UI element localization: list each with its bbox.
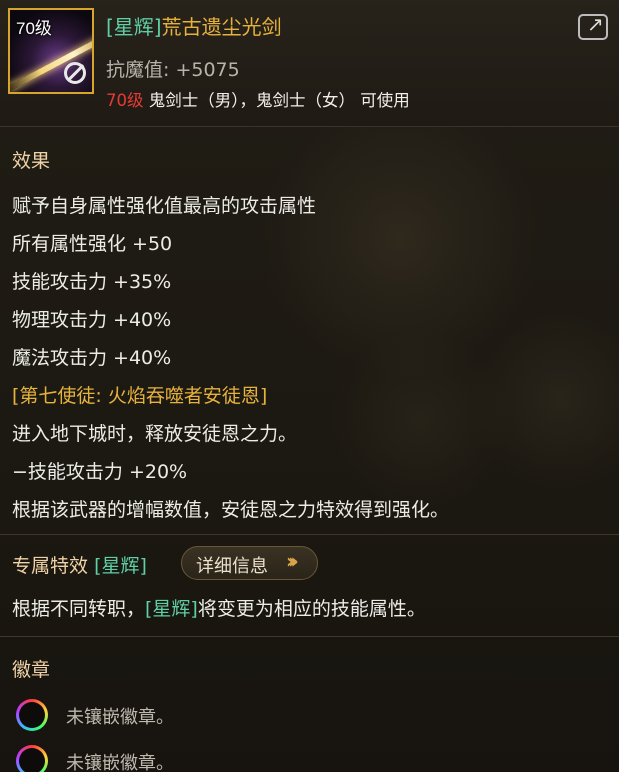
emblem-slot-label: 未镶嵌徽章。 [66,753,174,772]
apostle-line: 进入地下城时，释放安徒恩之力。 [12,423,298,445]
exclusive-desc-text: 将变更为相应的技能属性。 [197,598,426,620]
effect-line: 技能攻击力 +35% [12,271,172,293]
chevron-right-icon: ››› [286,549,299,573]
exclusive-desc-tag: [星辉] [145,598,198,620]
section-divider [0,534,619,535]
effect-line: 魔法攻击力 +40% [12,347,172,369]
item-title-tag: [星辉] [106,15,162,39]
effects-heading: 效果 [12,150,51,172]
emblem-heading: 徽章 [12,659,51,681]
apostle-line: −技能攻击力 +20% [12,461,188,483]
exclusive-description: 根据不同转职，[星辉]将变更为相应的技能属性。 [12,594,426,621]
tooltip-header: 70级 [星辉]荒古遗尘光剑 抗魔值: +5075 70级 鬼剑士（男），鬼剑士… [0,0,619,127]
lock-icon [64,62,86,84]
section-divider [0,636,619,637]
req-classes: 鬼剑士（男），鬼剑士（女） 可使用 [143,91,410,110]
item-stat: 抗魔值: +5075 [106,59,240,81]
item-tooltip: 70级 [星辉]荒古遗尘光剑 抗魔值: +5075 70级 鬼剑士（男），鬼剑士… [0,0,619,772]
detail-info-label: 详细信息 [196,556,268,577]
effect-line: 所有属性强化 +50 [12,233,173,255]
item-level-badge: 70级 [16,19,52,38]
apostle-line: 根据该武器的增幅数值，安徒恩之力特效得到强化。 [12,499,450,521]
exclusive-desc-text: 根据不同转职， [12,598,146,620]
item-requirement: 70级 鬼剑士（男），鬼剑士（女） 可使用 [106,87,410,111]
effect-line: 赋予自身属性强化值最高的攻击属性 [12,195,317,217]
exclusive-label: 专属特效 [12,555,89,577]
socket-icon[interactable] [16,699,48,731]
sword-icon[interactable]: 70级 [8,8,94,94]
emblem-slot-label: 未镶嵌徽章。 [66,707,174,728]
item-title-name: 荒古遗尘光剑 [161,15,282,39]
req-level: 70级 [106,91,144,110]
detail-info-button[interactable]: 详细信息 ››› [181,546,318,580]
share-arrow-icon[interactable] [578,12,608,40]
exclusive-tag: [星辉] [94,555,147,577]
socket-icon[interactable] [16,745,48,772]
apostle-title: [第七使徒: 火焰吞噬者安徒恩] [12,385,268,407]
effect-line: 物理攻击力 +40% [12,309,172,331]
exclusive-effect-label: 专属特效 [星辉] [12,551,147,578]
item-title: [星辉]荒古遗尘光剑 [106,11,282,40]
